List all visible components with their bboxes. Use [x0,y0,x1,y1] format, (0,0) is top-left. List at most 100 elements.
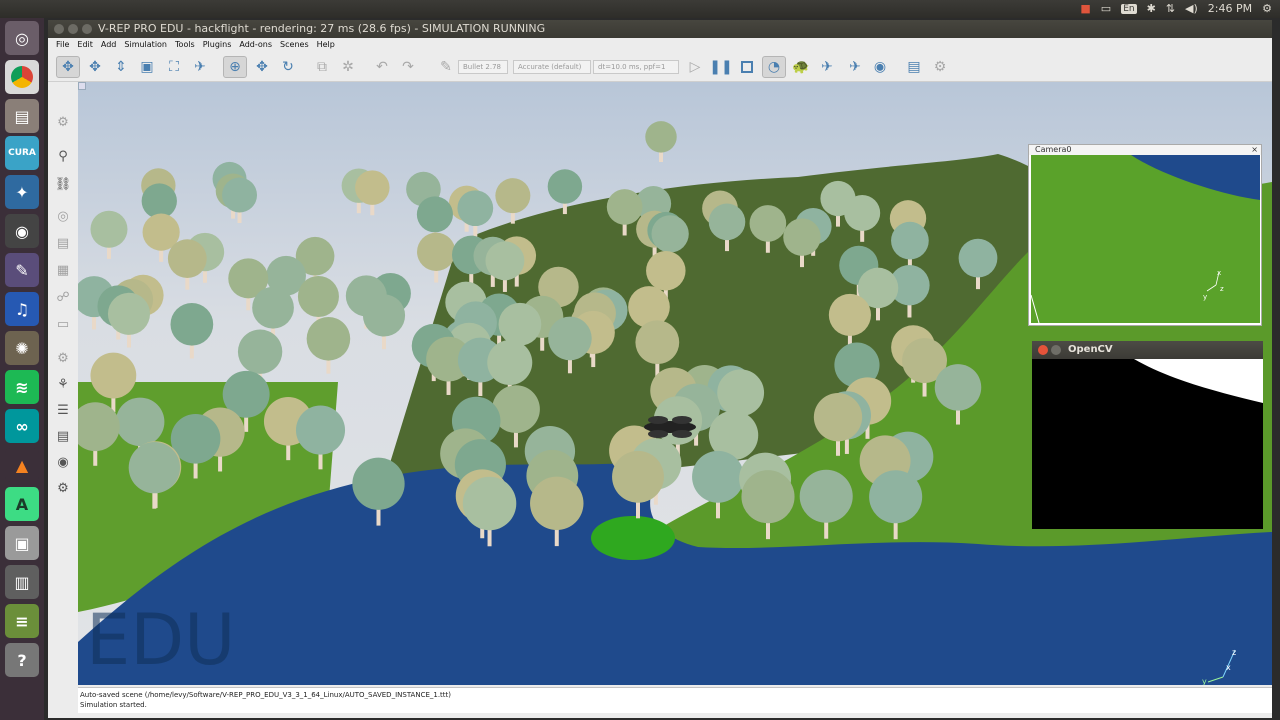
collections-icon[interactable]: ▦ [53,260,73,280]
click-select-icon[interactable]: ⊕ [223,56,247,78]
close-window-button[interactable] [54,24,64,34]
camera-shift-icon[interactable]: ⇕ [109,56,133,78]
shapes-edit-icon[interactable]: ▭ [53,314,73,334]
speed-up-icon[interactable]: ✈ [815,56,839,78]
camera0-floating-view[interactable]: Camera0 × x y z [1028,144,1262,326]
accuracy-select[interactable]: Accurate (default) [513,60,591,74]
list-icon[interactable]: ☰ [53,400,73,420]
minimize-window-button[interactable] [68,24,78,34]
keyboard-language-indicator[interactable]: En [1121,3,1137,14]
figure-app-icon[interactable]: ✦ [5,175,39,209]
menu-help[interactable]: Help [315,38,341,52]
help-icon[interactable]: ? [5,643,39,677]
network-icon[interactable]: ⇅ [1166,2,1175,15]
scripts-icon[interactable]: ☍ [53,287,73,307]
opencv-titlebar: OpenCV [1032,341,1263,359]
redo-icon[interactable]: ↷ [396,56,420,78]
gimp-icon[interactable]: ✺ [5,331,39,365]
opencv-minimize-button[interactable] [1051,345,1061,355]
model-icon[interactable]: ⛓ [53,174,73,194]
viewport-corner-handle[interactable] [78,82,86,90]
audacity-icon[interactable]: ♫ [5,292,39,326]
android-studio-icon[interactable]: A [5,487,39,521]
stop-simulation-icon[interactable] [735,56,759,78]
dynamics-content-icon[interactable]: ✎ [434,56,458,78]
menu-plugins[interactable]: Plugins [201,38,238,52]
scene-hierarchy-toggle-icon[interactable]: ▤ [902,56,926,78]
clock[interactable]: 2:46 PM [1208,2,1252,15]
svg-text:z: z [1232,648,1236,657]
power-gear-icon[interactable]: ⚙ [1262,2,1272,15]
camera-fly-icon[interactable]: ✈ [188,56,212,78]
camera-pan-icon[interactable]: ✥ [56,56,80,78]
gear-icon[interactable]: ⚙ [53,478,73,498]
landing-pad [591,516,675,560]
main-toolbar: ✥ ✥ ⇕ ▣ ⛶ ✈ ⊕ ✥ ↻ ⧉ ✲ ↶ ↷ ✎ Bullet 2.78 … [48,52,1272,82]
visualization-toggle-icon[interactable]: ◉ [868,56,892,78]
menu-tools[interactable]: Tools [173,38,201,52]
slow-down-icon[interactable]: 🐢 [789,56,813,78]
menu-add[interactable]: Add [99,38,123,52]
real-time-mode-icon[interactable]: ◔ [762,56,786,78]
ubuntu-dash-icon[interactable]: ◎ [5,21,39,55]
timestep-select[interactable]: dt=10.0 ms, ppf=1 [593,60,679,74]
object-properties-icon[interactable]: ◎ [53,206,73,226]
object-rotate-icon[interactable]: ↻ [276,56,300,78]
camera-record-icon[interactable]: ■ [1080,2,1090,15]
screenshot-icon[interactable]: ▣ [5,526,39,560]
arduino-icon[interactable]: ∞ [5,409,39,443]
undo-icon[interactable]: ↶ [370,56,394,78]
svg-text:x: x [1226,663,1231,672]
menu-simulation[interactable]: Simulation [122,38,173,52]
camera0-close-button[interactable]: × [1251,145,1258,154]
camera-rotate-icon[interactable]: ✥ [83,56,107,78]
menu-scenes[interactable]: Scenes [278,38,315,52]
maximize-window-button[interactable] [82,24,92,34]
tree-canopy [487,340,533,386]
files-icon[interactable]: ▤ [5,99,39,133]
start-simulation-icon[interactable]: ▷ [683,56,707,78]
fit-to-view-icon[interactable]: ⛶ [162,56,186,78]
transfer-dna-icon[interactable]: ✲ [336,56,360,78]
tree-canopy [128,441,181,494]
chrome-icon[interactable] [5,60,39,94]
cura-icon[interactable]: CURA [5,136,39,170]
window-controls [54,24,92,34]
environment-icon[interactable]: ◉ [53,452,73,472]
menu-edit[interactable]: Edit [75,38,99,52]
tree-canopy [717,369,765,417]
svg-text:z: z [1220,285,1224,293]
app-switcher-icon[interactable]: ▥ [5,565,39,599]
opencv-window[interactable]: OpenCV [1032,341,1263,529]
calculation-modules-icon[interactable]: ▤ [53,233,73,253]
model-browser-toggle-icon[interactable]: ⚙ [928,56,952,78]
thread-rendering-icon[interactable]: ✈ [843,56,867,78]
user-settings-icon[interactable]: ⚘ [53,374,73,394]
status-bar: Auto-saved scene (/home/levy/Software/V-… [78,687,1272,713]
physics-engine-select[interactable]: Bullet 2.78 [458,60,508,74]
bluetooth-icon[interactable]: ✱ [1147,2,1156,15]
stack-app-icon[interactable]: ≡ [5,604,39,638]
menu-file[interactable]: File [54,38,75,52]
layers-icon[interactable]: ▤ [53,426,73,446]
window-icon[interactable]: ▭ [1101,2,1111,15]
pause-simulation-icon[interactable]: ❚❚ [709,56,733,78]
tree-canopy [355,170,390,205]
webcam-icon[interactable]: ◉ [5,214,39,248]
opencv-close-button[interactable] [1038,345,1048,355]
settings-icon[interactable]: ⚙ [53,112,73,132]
volume-icon[interactable]: ◀) [1185,2,1198,15]
tree-canopy [645,121,677,153]
vlc-icon[interactable]: ▲ [5,448,39,482]
path-edit-icon[interactable]: ⚙ [53,348,73,368]
tool-app-icon[interactable]: ✎ [5,253,39,287]
camera-angle-icon[interactable]: ▣ [135,56,159,78]
camera0-render: x y z [1031,155,1260,323]
tree-canopy [107,292,151,335]
object-shift-icon[interactable]: ✥ [250,56,274,78]
spotify-icon[interactable]: ≋ [5,370,39,404]
assemble-icon[interactable]: ⧉ [310,56,334,78]
tree-canopy [844,194,881,232]
menu-addons[interactable]: Add-ons [237,38,278,52]
zoom-icon[interactable]: ⚲ [53,146,73,166]
